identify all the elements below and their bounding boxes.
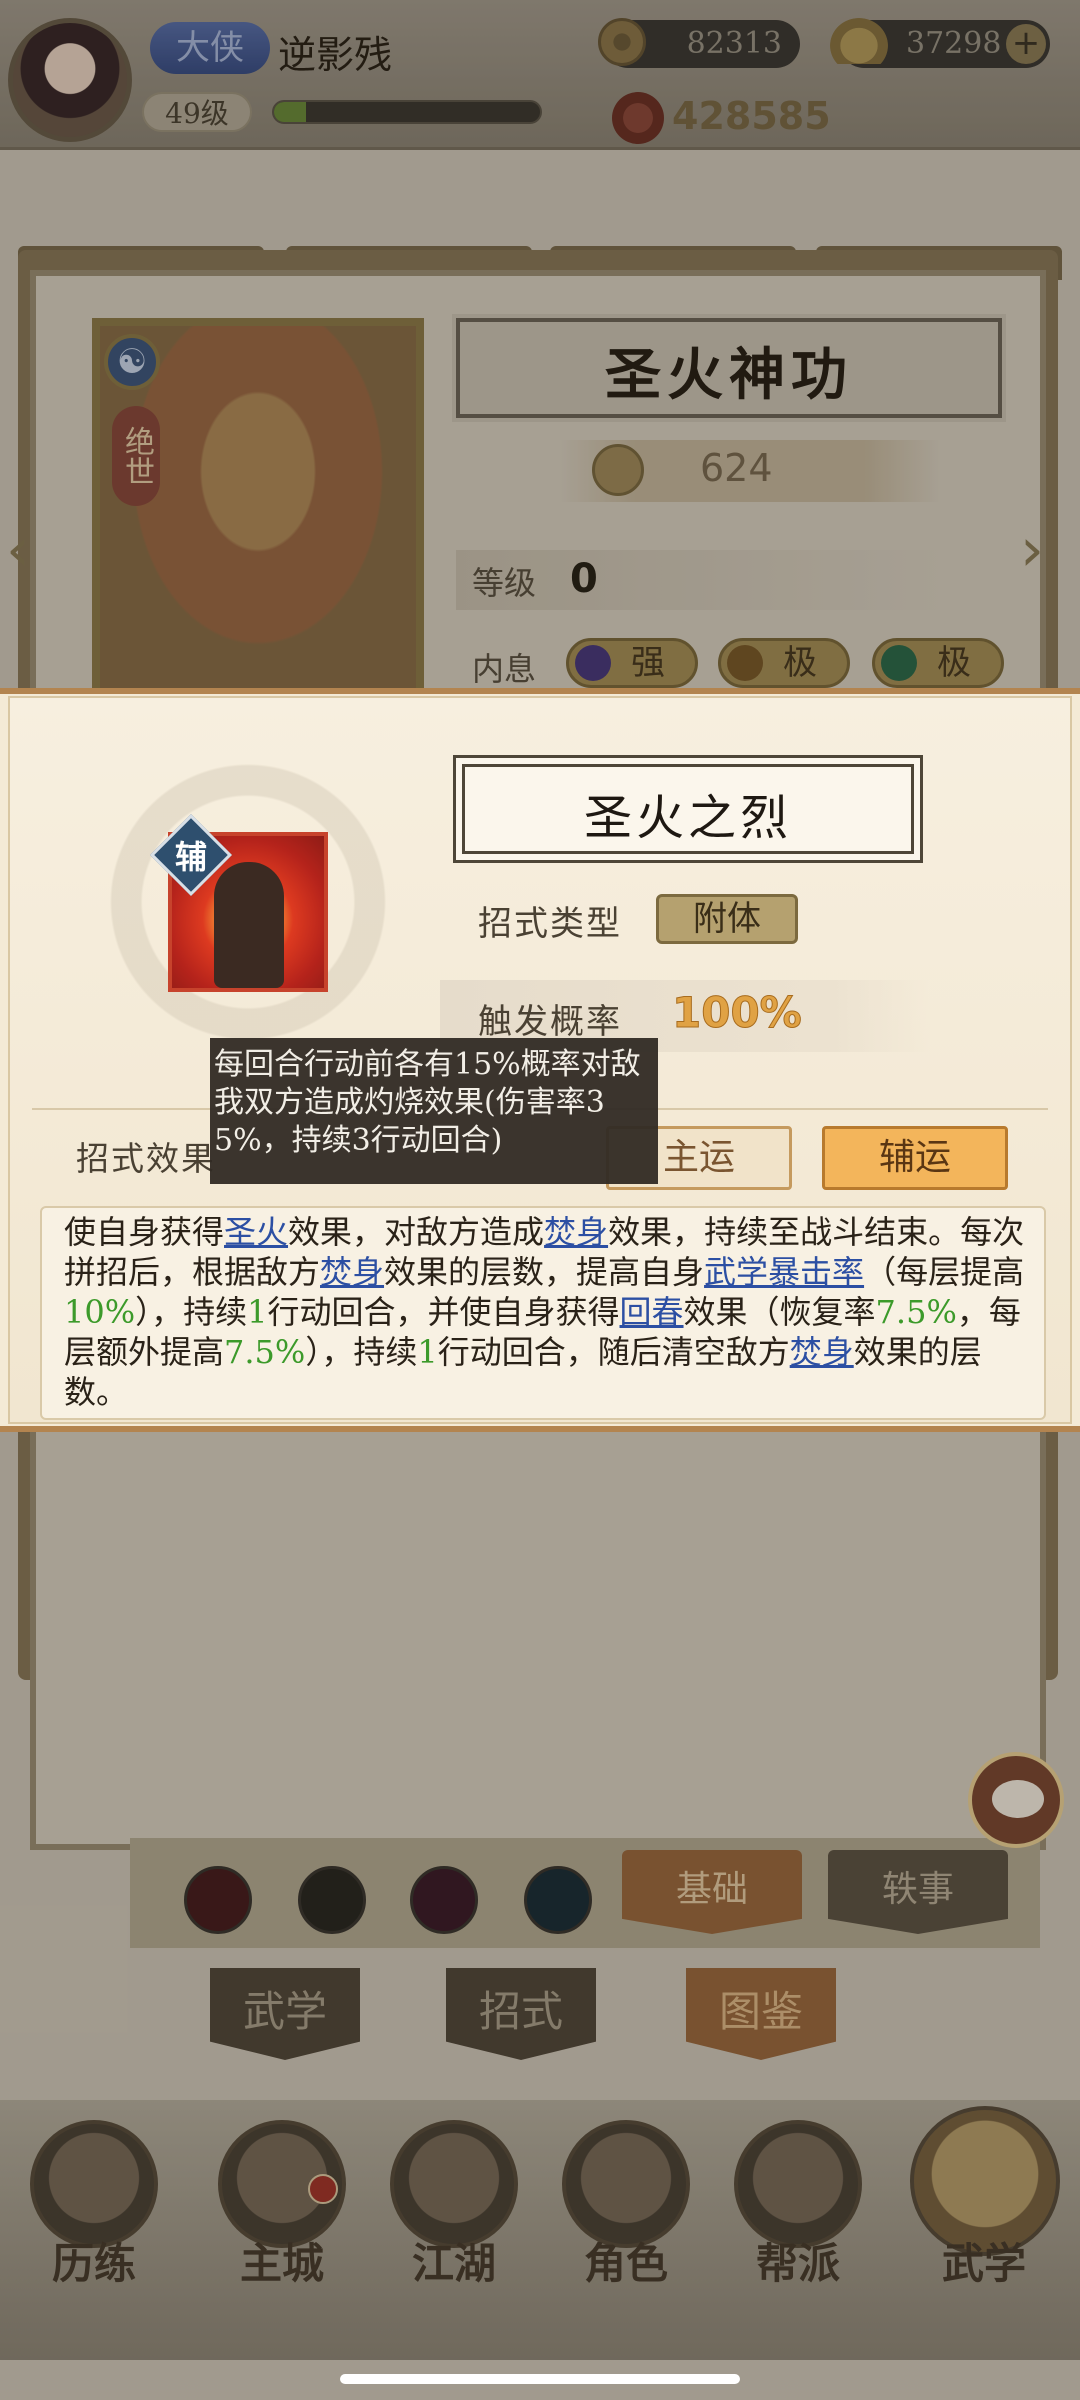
- support-tag-label: 辅: [174, 838, 207, 876]
- description-segment: 使自身获得: [64, 1213, 225, 1251]
- value-highlight: 7.5%: [875, 1293, 957, 1331]
- value-highlight: 1: [247, 1293, 268, 1331]
- keyword-link[interactable]: 回春: [620, 1293, 684, 1331]
- keyword-link[interactable]: 焚身: [544, 1213, 608, 1251]
- keyword-link[interactable]: 焚身: [320, 1253, 384, 1291]
- move-description: 使自身获得圣火效果，对敌方造成焚身效果，持续至战斗结束。每次拼招后，根据敌方焚身…: [64, 1212, 1026, 1412]
- value-highlight: 7.5%: [224, 1333, 306, 1371]
- keyword-link[interactable]: 武学暴击率: [704, 1253, 864, 1291]
- description-segment: ），持续: [305, 1333, 418, 1371]
- trigger-rate-value: 100%: [672, 988, 803, 1038]
- keyword-link[interactable]: 焚身: [790, 1333, 854, 1371]
- value-highlight: 10%: [64, 1293, 136, 1331]
- description-segment: 效果的层数，提高自身: [384, 1253, 705, 1291]
- description-segment: 行动回合，随后清空敌方: [437, 1333, 790, 1371]
- move-effect-label: 招式效果: [76, 1139, 216, 1178]
- tooltip-text: 每回合行动前各有15%概率对敌我双方造成灼烧效果(伤害率35%，持续3行动回合): [214, 1047, 641, 1158]
- move-name: 圣火之烈: [583, 790, 792, 846]
- tooltip: 每回合行动前各有15%概率对敌我双方造成灼烧效果(伤害率35%，持续3行动回合): [210, 1038, 658, 1184]
- home-indicator[interactable]: [340, 2374, 740, 2384]
- description-segment: （每层提高: [864, 1253, 1025, 1291]
- description-segment: 效果（恢复率: [683, 1293, 876, 1331]
- description-segment: ），持续: [135, 1293, 248, 1331]
- move-type-label: 招式类型: [478, 904, 622, 944]
- trigger-rate-label: 触发概率: [478, 1002, 622, 1042]
- value-highlight: 1: [417, 1333, 438, 1371]
- description-segment: 行动回合，并使自身获得: [267, 1293, 620, 1331]
- description-segment: 效果，对敌方造成: [288, 1213, 545, 1251]
- move-type-value: 附体: [656, 894, 798, 944]
- aux-mode-button[interactable]: 辅运: [822, 1126, 1008, 1190]
- warrior-silhouette-icon: [214, 862, 284, 988]
- keyword-link[interactable]: 圣火: [224, 1213, 288, 1251]
